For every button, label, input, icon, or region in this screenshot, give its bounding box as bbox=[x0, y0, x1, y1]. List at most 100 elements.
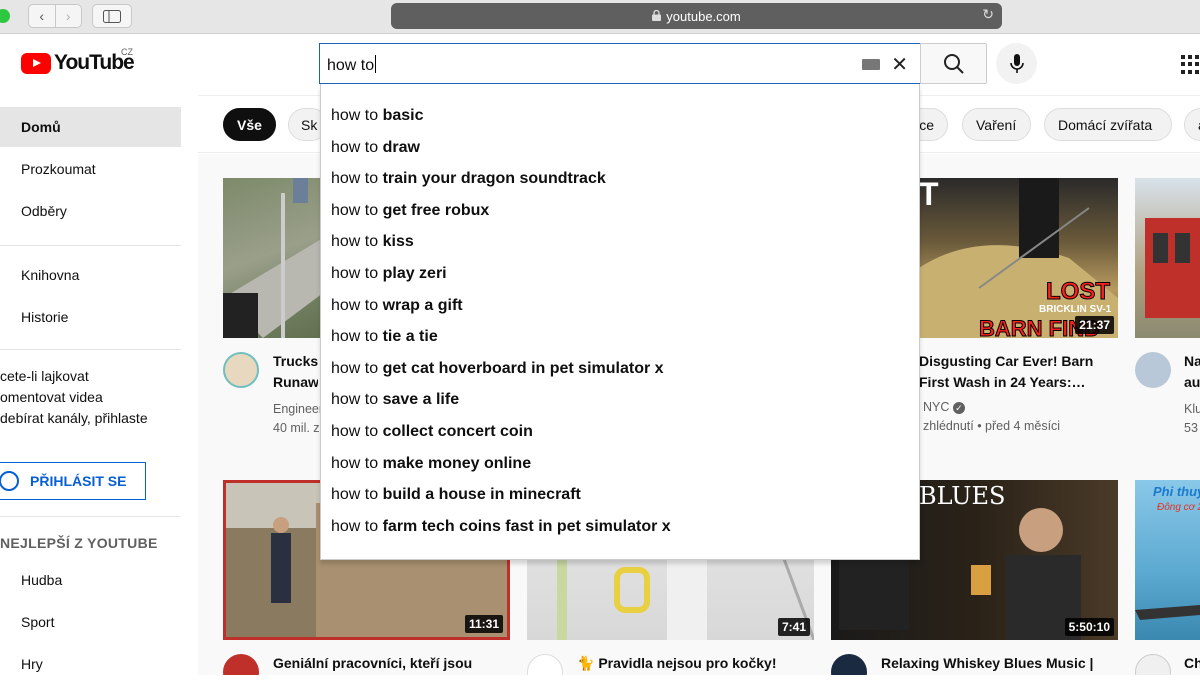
divider bbox=[0, 245, 181, 246]
suggestion-item[interactable]: how to basic bbox=[321, 100, 919, 132]
thumbnail-text: LOST bbox=[1046, 278, 1111, 306]
search-query-text: how to bbox=[327, 57, 375, 74]
chip-cooking[interactable]: Vaření bbox=[962, 108, 1031, 141]
video-title[interactable]: Ch bbox=[1184, 653, 1200, 674]
sidebar-toggle-icon[interactable] bbox=[92, 4, 132, 28]
sidebar-item-games[interactable]: Hry bbox=[0, 644, 181, 684]
channel-avatar[interactable] bbox=[223, 352, 259, 388]
video-title[interactable]: Trucks Runaw bbox=[273, 351, 318, 393]
suggestion-completion: draw bbox=[382, 138, 420, 156]
video-stats: 40 mil. z bbox=[273, 421, 320, 435]
sidebar-item-sport[interactable]: Sport bbox=[0, 602, 181, 642]
suggestion-item[interactable]: how to play zeri bbox=[321, 258, 919, 290]
video-title[interactable]: Relaxing Whiskey Blues Music | bbox=[881, 653, 1101, 674]
suggestion-prefix: how to bbox=[331, 486, 379, 504]
sidebar-item-library[interactable]: Knihovna bbox=[0, 255, 181, 295]
sidebar-item-subscriptions[interactable]: Odběry bbox=[0, 191, 181, 231]
chip[interactable]: a bbox=[1184, 108, 1200, 141]
window-zoom-button[interactable] bbox=[0, 9, 10, 23]
sidebar-item-history[interactable]: Historie bbox=[0, 297, 181, 337]
suggestion-item[interactable]: how to wrap a gift bbox=[321, 290, 919, 322]
channel-avatar[interactable] bbox=[1135, 654, 1171, 675]
suggestion-item[interactable]: how to train your dragon soundtrack bbox=[321, 163, 919, 195]
signin-button[interactable]: PŘIHLÁSIT SE bbox=[0, 462, 146, 500]
search-suggestions: how to basic how to draw how to train yo… bbox=[320, 84, 920, 560]
suggestion-item[interactable]: how to save a life bbox=[321, 384, 919, 416]
suggestion-completion: get free robux bbox=[382, 201, 490, 219]
country-code: CZ bbox=[121, 47, 133, 57]
reload-icon[interactable]: ↻ bbox=[982, 6, 994, 23]
video-title[interactable]: Geniální pracovníci, kteří jsou bbox=[273, 653, 473, 674]
suggestion-prefix: how to bbox=[331, 138, 379, 156]
back-icon[interactable]: ‹ bbox=[29, 5, 55, 27]
sidebar-item-explore[interactable]: Prozkoumat bbox=[0, 149, 181, 189]
suggestion-completion: build a house in minecraft bbox=[382, 486, 581, 504]
suggestion-completion: make money online bbox=[382, 454, 532, 472]
suggestion-item[interactable]: how to get free robux bbox=[321, 195, 919, 227]
forward-icon[interactable]: › bbox=[54, 5, 82, 27]
suggestion-completion: get cat hoverboard in pet simulator x bbox=[382, 359, 664, 377]
signin-prompt: cete-li lajkovat omentovat videa debírat… bbox=[0, 368, 148, 426]
suggestion-item[interactable]: how to draw bbox=[321, 132, 919, 164]
clear-search-icon[interactable]: ✕ bbox=[891, 52, 908, 77]
play-logo-icon bbox=[21, 52, 51, 74]
suggestion-completion: kiss bbox=[382, 233, 414, 251]
channel-avatar[interactable] bbox=[527, 654, 563, 675]
divider bbox=[0, 516, 181, 517]
video-duration: 7:41 bbox=[777, 618, 810, 636]
search-button[interactable] bbox=[920, 43, 987, 84]
suggestion-prefix: how to bbox=[331, 517, 379, 535]
apps-grid-icon[interactable] bbox=[1181, 55, 1200, 74]
url-text: youtube.com bbox=[666, 8, 741, 24]
search-icon bbox=[943, 53, 964, 74]
suggestion-item[interactable]: how to collect concert coin bbox=[321, 416, 919, 448]
video-thumbnail[interactable]: Phi thuy Đông cơ 2 bbox=[1135, 480, 1200, 640]
keyboard-icon[interactable] bbox=[862, 59, 880, 70]
suggestion-prefix: how to bbox=[331, 233, 379, 251]
channel-name[interactable]: Klu bbox=[1184, 400, 1200, 419]
suggestion-completion: train your dragon soundtrack bbox=[382, 170, 606, 188]
youtube-logo[interactable]: YouTube CZ bbox=[21, 47, 135, 75]
video-title[interactable]: Na au bbox=[1184, 351, 1200, 393]
suggestion-item[interactable]: how to get cat hoverboard in pet simulat… bbox=[321, 353, 919, 385]
video-stats: 53 bbox=[1184, 421, 1198, 435]
suggestion-prefix: how to bbox=[331, 423, 379, 440]
suggestion-completion: collect concert coin bbox=[382, 423, 533, 440]
chip-all[interactable]: Vše bbox=[223, 108, 276, 141]
video-title[interactable]: Disgusting Car Ever! Barn First Wash in … bbox=[919, 351, 1118, 393]
suggestion-item[interactable]: how to build a house in minecraft bbox=[321, 479, 919, 511]
signin-button-label: PŘIHLÁSIT SE bbox=[30, 473, 127, 489]
suggestion-prefix: how to bbox=[331, 265, 379, 282]
suggestion-prefix: how to bbox=[331, 170, 379, 188]
channel-name[interactable]: Engineer bbox=[273, 400, 323, 419]
search-input[interactable]: how to ✕ bbox=[319, 43, 920, 84]
suggestion-item[interactable]: how to farm tech coins fast in pet simul… bbox=[321, 511, 919, 543]
video-title[interactable]: 🐈 Pravidla nejsou pro kočky! bbox=[577, 653, 807, 674]
divider bbox=[0, 349, 181, 350]
suggestion-prefix: how to bbox=[331, 391, 379, 409]
channel-avatar[interactable] bbox=[1135, 352, 1171, 388]
sidebar-item-music[interactable]: Hudba bbox=[0, 560, 181, 600]
address-bar[interactable]: youtube.com ↻ bbox=[391, 3, 1002, 29]
sidebar-item-home[interactable]: Domů bbox=[0, 107, 181, 147]
channel-name[interactable]: NYC ✓ bbox=[923, 398, 965, 417]
chip-pets[interactable]: Domácí zvířata bbox=[1044, 108, 1172, 141]
video-thumbnail[interactable]: T LOST BRICKLIN SV-1 BARN FIND 21:37 bbox=[919, 178, 1118, 338]
user-icon bbox=[0, 471, 19, 491]
channel-name-text: NYC bbox=[923, 400, 950, 414]
channel-avatar[interactable] bbox=[223, 654, 259, 675]
video-thumbnail[interactable] bbox=[1135, 178, 1200, 338]
suggestion-prefix: how to bbox=[331, 328, 379, 346]
suggestion-prefix: how to bbox=[331, 359, 379, 377]
suggestion-item[interactable]: how to kiss bbox=[321, 226, 919, 258]
suggestion-prefix: how to bbox=[331, 454, 379, 472]
thumbnail-text: T bbox=[919, 178, 939, 212]
browser-toolbar: ‹ › youtube.com ↻ bbox=[0, 0, 1200, 34]
video-duration: 21:37 bbox=[1075, 316, 1114, 334]
suggestion-item[interactable]: how to tie a tie bbox=[321, 321, 919, 353]
channel-avatar[interactable] bbox=[831, 654, 867, 675]
suggestion-item[interactable]: how to make money online bbox=[321, 448, 919, 480]
suggestion-completion: play zeri bbox=[382, 265, 447, 282]
voice-search-button[interactable] bbox=[996, 43, 1037, 84]
video-stats: zhlédnutí • před 4 měsíci bbox=[923, 419, 1061, 433]
